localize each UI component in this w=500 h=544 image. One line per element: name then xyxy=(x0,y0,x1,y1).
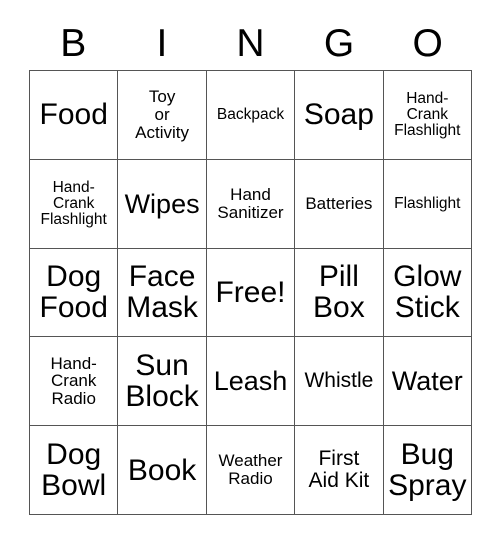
bingo-cell-free-space[interactable]: Free! xyxy=(206,248,296,338)
bingo-header-letter-i: I xyxy=(156,21,168,65)
bingo-cell-label: Leash xyxy=(213,366,288,397)
bingo-cell[interactable]: Face Mask xyxy=(118,248,207,338)
bingo-cell-label: Food xyxy=(39,98,108,132)
bingo-cell[interactable]: Soap xyxy=(295,71,384,160)
bingo-cell[interactable]: Toy or Activity xyxy=(118,71,207,160)
bingo-header-letter-o: O xyxy=(412,21,443,65)
bingo-header-row: BINGO xyxy=(29,16,472,70)
bingo-cell[interactable]: Dog Bowl xyxy=(30,426,119,515)
bingo-cell-label: Hand- Crank Radio xyxy=(50,353,97,409)
bingo-header-letter-g: G xyxy=(323,21,355,65)
bingo-cell[interactable]: Dog Food xyxy=(30,248,119,338)
bingo-cell-label: Glow Stick xyxy=(393,260,462,325)
bingo-cell-label: Wipes xyxy=(124,188,200,219)
bingo-cell[interactable]: Hand- Crank Radio xyxy=(30,337,119,427)
bingo-cell-label: Pill Box xyxy=(313,260,365,325)
bingo-cell[interactable]: Flashlight xyxy=(383,159,472,249)
bingo-cell-label: Batteries xyxy=(305,193,373,213)
bingo-cell-label: Face Mask xyxy=(126,260,198,325)
bingo-cell-label: Hand- Crank Flashlight xyxy=(394,89,461,139)
bingo-cell[interactable]: Book xyxy=(118,426,207,515)
bingo-cell-label: Bug Spray xyxy=(388,437,467,503)
bingo-cell[interactable]: Pill Box xyxy=(295,248,384,338)
bingo-header-letter-b: B xyxy=(60,21,87,65)
bingo-cell-label: First Aid Kit xyxy=(308,447,370,493)
bingo-cell[interactable]: Water xyxy=(383,337,472,427)
bingo-cell-label: Dog Food xyxy=(39,260,108,325)
bingo-cell-label: Toy or Activity xyxy=(135,87,190,142)
bingo-cell[interactable]: Hand- Crank Flashlight xyxy=(30,159,119,249)
bingo-cell-label: Backpack xyxy=(216,105,285,123)
bingo-cell-label: Dog Bowl xyxy=(41,437,107,503)
bingo-cell-label: Sun Block xyxy=(125,349,199,414)
bingo-cell[interactable]: Food xyxy=(30,71,119,160)
bingo-cell[interactable]: Backpack xyxy=(206,71,296,160)
bingo-cell-label: Water xyxy=(391,366,463,397)
bingo-cell[interactable]: Weather Radio xyxy=(206,426,296,515)
bingo-cell[interactable]: Sun Block xyxy=(118,337,207,427)
bingo-header-letter-n: N xyxy=(236,21,265,65)
bingo-cell[interactable]: Whistle xyxy=(295,337,384,427)
bingo-cell[interactable]: Bug Spray xyxy=(383,426,472,515)
bingo-cell-label: Soap xyxy=(303,98,374,132)
bingo-cell[interactable]: Wipes xyxy=(118,159,207,249)
bingo-cell-label: Free! xyxy=(215,275,286,309)
bingo-cell-label: Weather Radio xyxy=(218,451,283,489)
bingo-cell[interactable]: Glow Stick xyxy=(383,248,472,338)
bingo-cell[interactable]: First Aid Kit xyxy=(295,426,384,515)
bingo-card: B I N G O Food Toy or Activity Backpack Soap Han… xyxy=(0,0,500,544)
bingo-cell-label: Hand- Crank Flashlight xyxy=(40,178,107,228)
bingo-cell[interactable]: Batteries xyxy=(295,159,384,249)
bingo-grid: Food Toy or Activity Backpack Soap Hand- Cra… xyxy=(29,70,472,515)
bingo-cell-label: Hand Sanitizer xyxy=(217,185,284,222)
bingo-cell[interactable]: Hand- Crank Flashlight xyxy=(383,71,472,160)
bingo-cell[interactable]: Leash xyxy=(206,337,296,427)
bingo-cell[interactable]: Hand Sanitizer xyxy=(206,159,296,249)
bingo-cell-label: Whistle xyxy=(304,369,374,393)
bingo-cell-label: Flashlight xyxy=(394,194,461,212)
bingo-cell-label: Book xyxy=(127,453,197,487)
